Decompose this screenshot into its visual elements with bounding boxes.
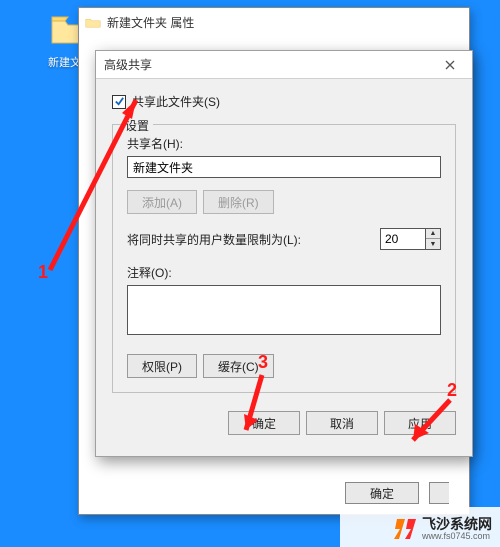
properties-ok-button[interactable]: 确定 [345,482,419,504]
permissions-button[interactable]: 权限(P) [127,354,197,378]
advanced-title: 高级共享 [104,56,152,73]
annotation-3: 3 [258,352,268,373]
close-icon [445,60,455,70]
share-checkbox-row[interactable]: 共享此文件夹(S) [112,93,456,110]
ok-button[interactable]: 确定 [228,411,300,435]
advanced-sharing-dialog: 高级共享 共享此文件夹(S) 设置 共享名(H): 添加(A) 删除(R) 将同… [95,50,473,457]
dialog-actions: 确定 取消 应用 [96,401,472,445]
folder-icon [85,15,101,29]
user-limit-label: 将同时共享的用户数量限制为(L): [127,231,301,248]
properties-title-bar[interactable]: 新建文件夹 属性 [79,8,469,36]
user-limit-input[interactable] [380,228,426,250]
properties-actions: 确定 [345,482,449,504]
close-button[interactable] [436,55,464,75]
notes-label: 注释(O): [127,264,441,281]
watermark: 飞沙系统网 www.fs0745.com [394,517,492,541]
cancel-button[interactable]: 取消 [306,411,378,435]
spinner-up[interactable]: ▲ [426,229,440,239]
check-icon [114,96,125,107]
user-limit-spinner[interactable]: ▲ ▼ [380,228,441,250]
watermark-url: www.fs0745.com [422,532,492,541]
annotation-1: 1 [38,262,48,283]
remove-button[interactable]: 删除(R) [203,190,274,214]
share-name-label: 共享名(H): [127,135,441,152]
settings-group: 设置 共享名(H): 添加(A) 删除(R) 将同时共享的用户数量限制为(L):… [112,124,456,393]
watermark-name: 飞沙系统网 [422,517,492,532]
watermark-logo-icon [394,517,418,541]
settings-group-label: 设置 [121,117,153,134]
spinner-down[interactable]: ▼ [426,239,440,249]
properties-title: 新建文件夹 属性 [107,14,194,31]
properties-cancel-button-partial[interactable] [429,482,449,504]
add-button[interactable]: 添加(A) [127,190,197,214]
share-checkbox[interactable] [112,95,126,109]
share-name-input[interactable] [127,156,441,178]
notes-textarea[interactable] [127,285,441,335]
annotation-2: 2 [447,380,457,401]
share-checkbox-label: 共享此文件夹(S) [132,93,220,110]
advanced-title-bar[interactable]: 高级共享 [96,51,472,79]
apply-button[interactable]: 应用 [384,411,456,435]
